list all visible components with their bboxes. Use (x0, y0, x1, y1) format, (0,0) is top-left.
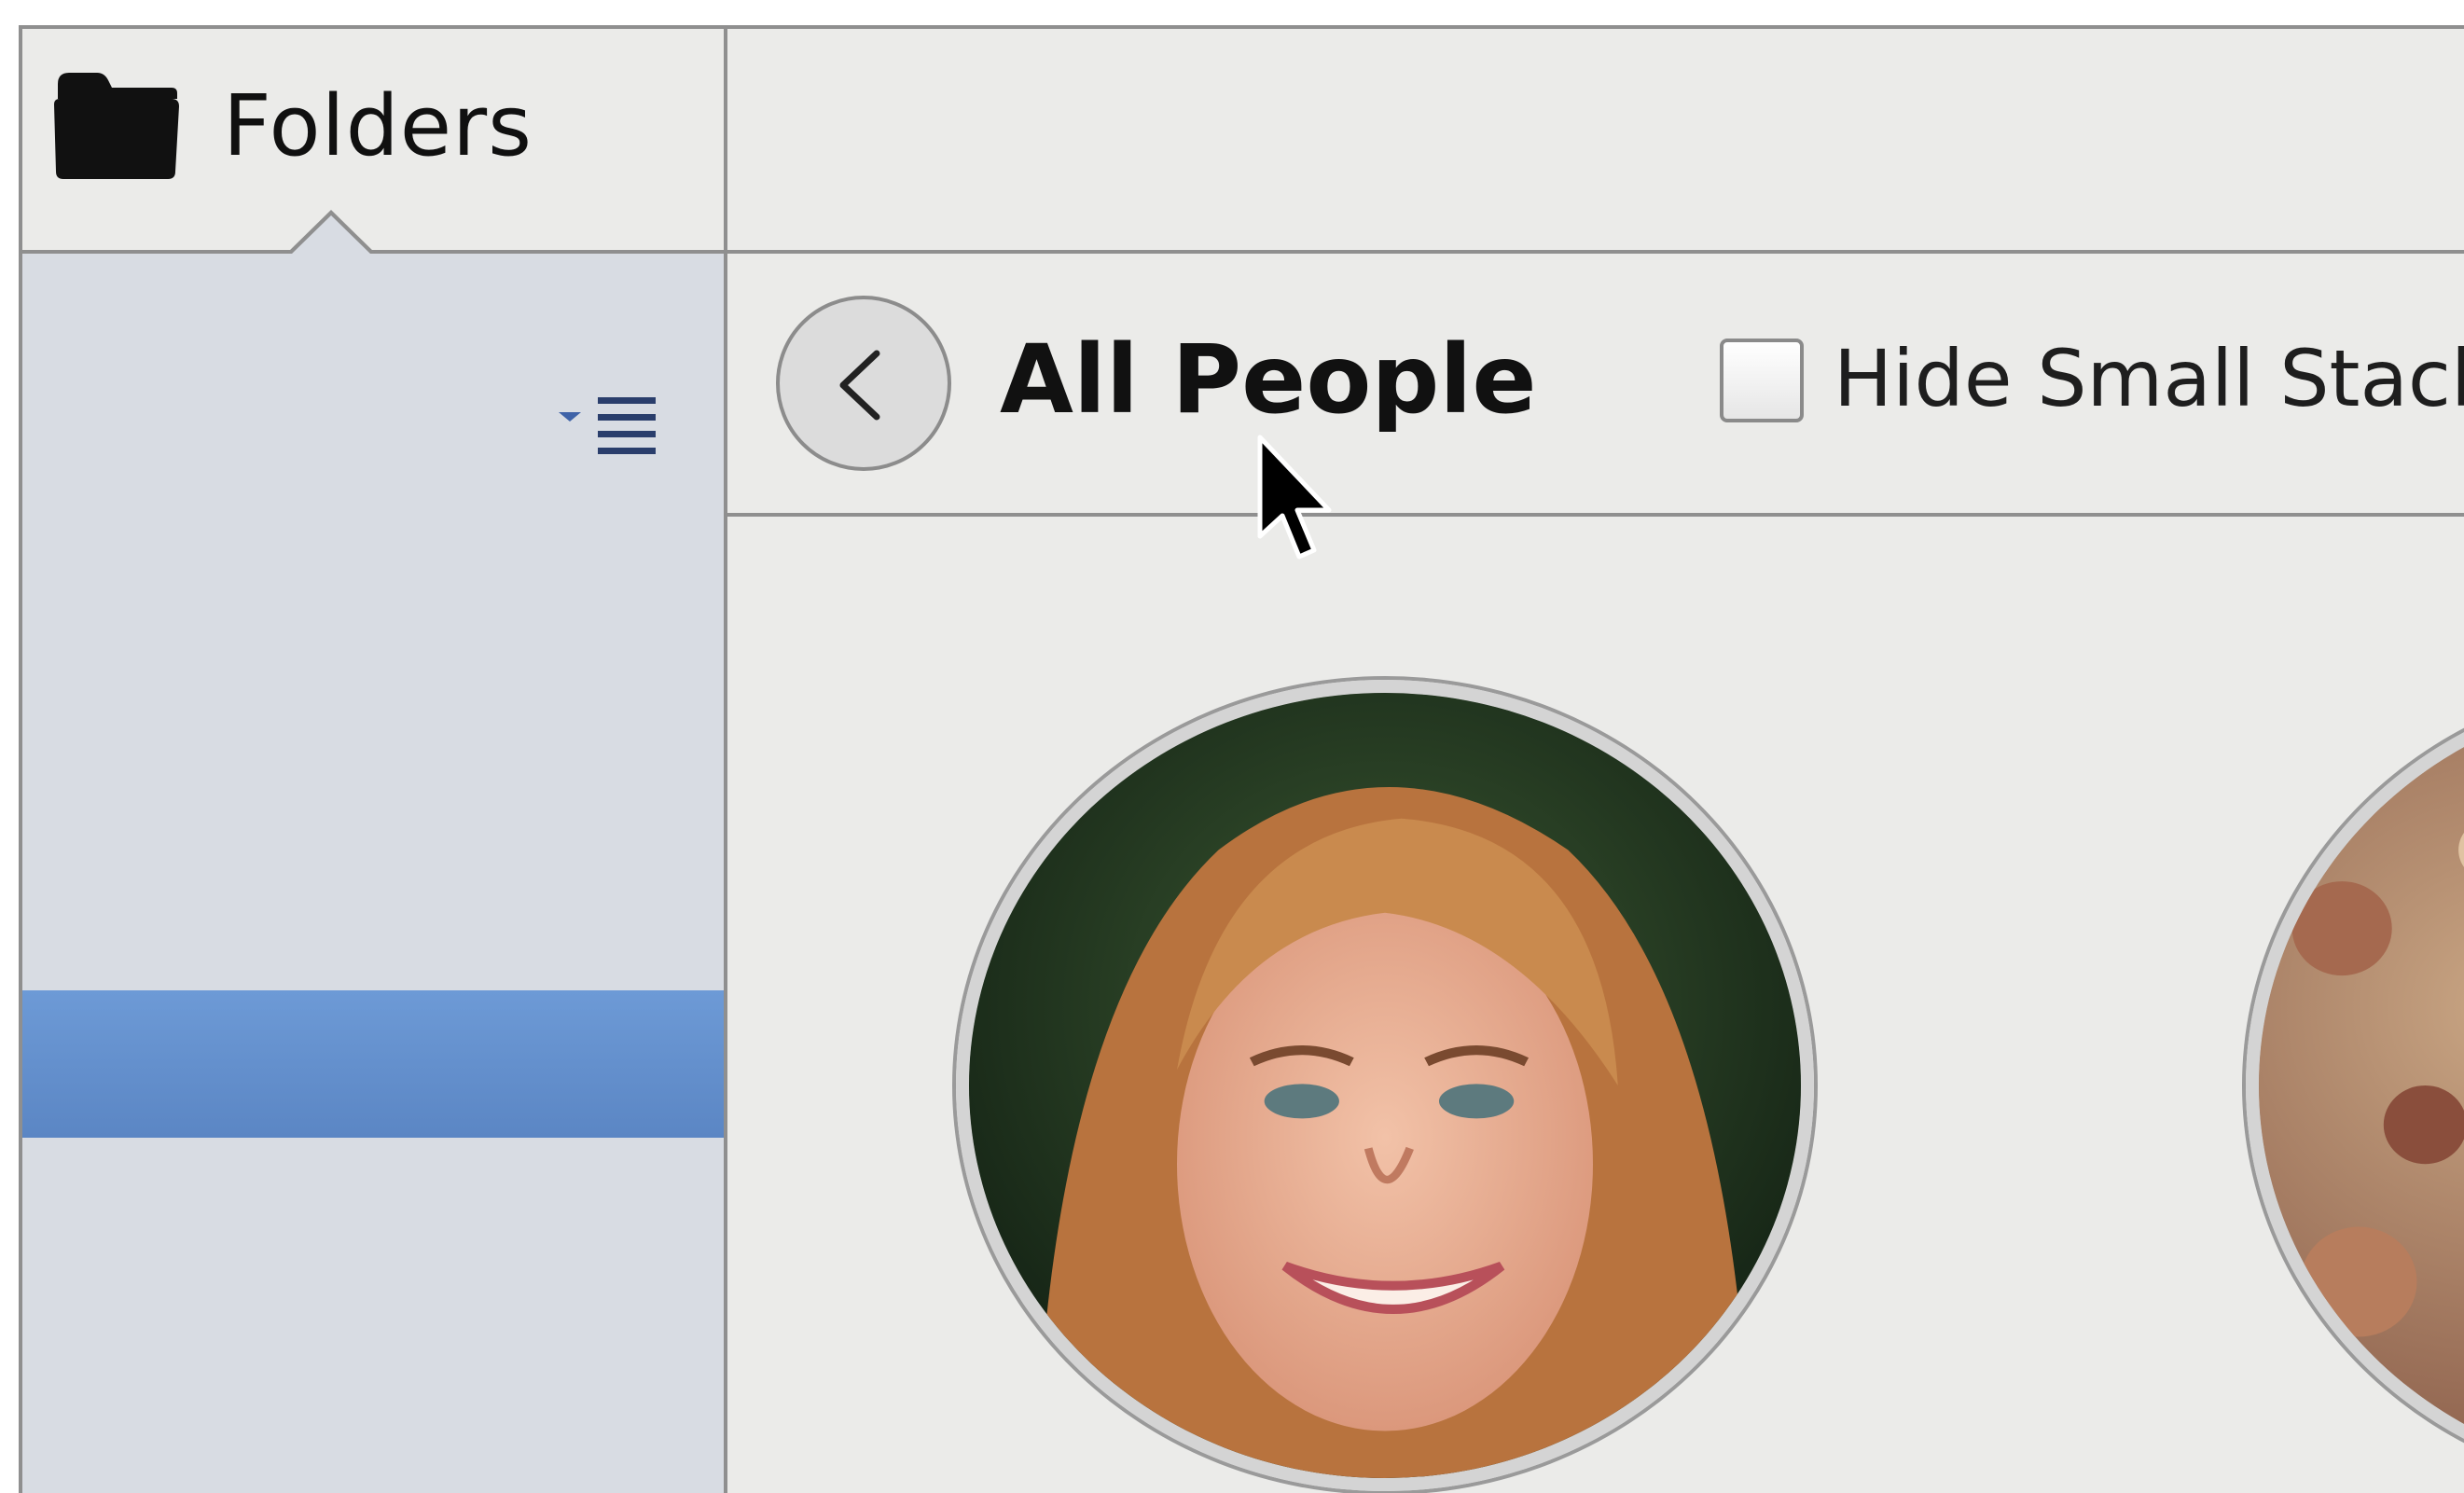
chevron-left-icon (839, 350, 880, 421)
app-window: Folders All People Hide Small Stack (19, 25, 2464, 1493)
toolbar (727, 29, 2464, 254)
folders-tab-label[interactable]: Folders (223, 77, 533, 175)
folder-icon[interactable] (50, 63, 181, 183)
sidebar-header: Folders (22, 29, 724, 255)
navigation-bar: All People Hide Small Stack (727, 254, 2464, 517)
person-avatar[interactable] (956, 680, 1814, 1491)
person-photo (969, 693, 1801, 1478)
hide-small-stacks-label[interactable]: Hide Small Stack (1834, 333, 2464, 424)
back-button[interactable] (776, 296, 951, 471)
page-title: All People (1000, 325, 1537, 435)
sidebar-list (22, 254, 724, 1493)
person-avatar[interactable] (2246, 680, 2464, 1491)
mouse-cursor-icon (1257, 435, 1332, 560)
main-panel: All People Hide Small Stack (727, 29, 2464, 1493)
people-grid (727, 517, 2464, 1493)
sort-list-icon[interactable] (557, 392, 659, 466)
sidebar: Folders (22, 29, 727, 1493)
sidebar-selected-item[interactable] (22, 990, 724, 1138)
person-photo (2259, 693, 2464, 1478)
hide-small-stacks-checkbox[interactable] (1720, 339, 1804, 422)
